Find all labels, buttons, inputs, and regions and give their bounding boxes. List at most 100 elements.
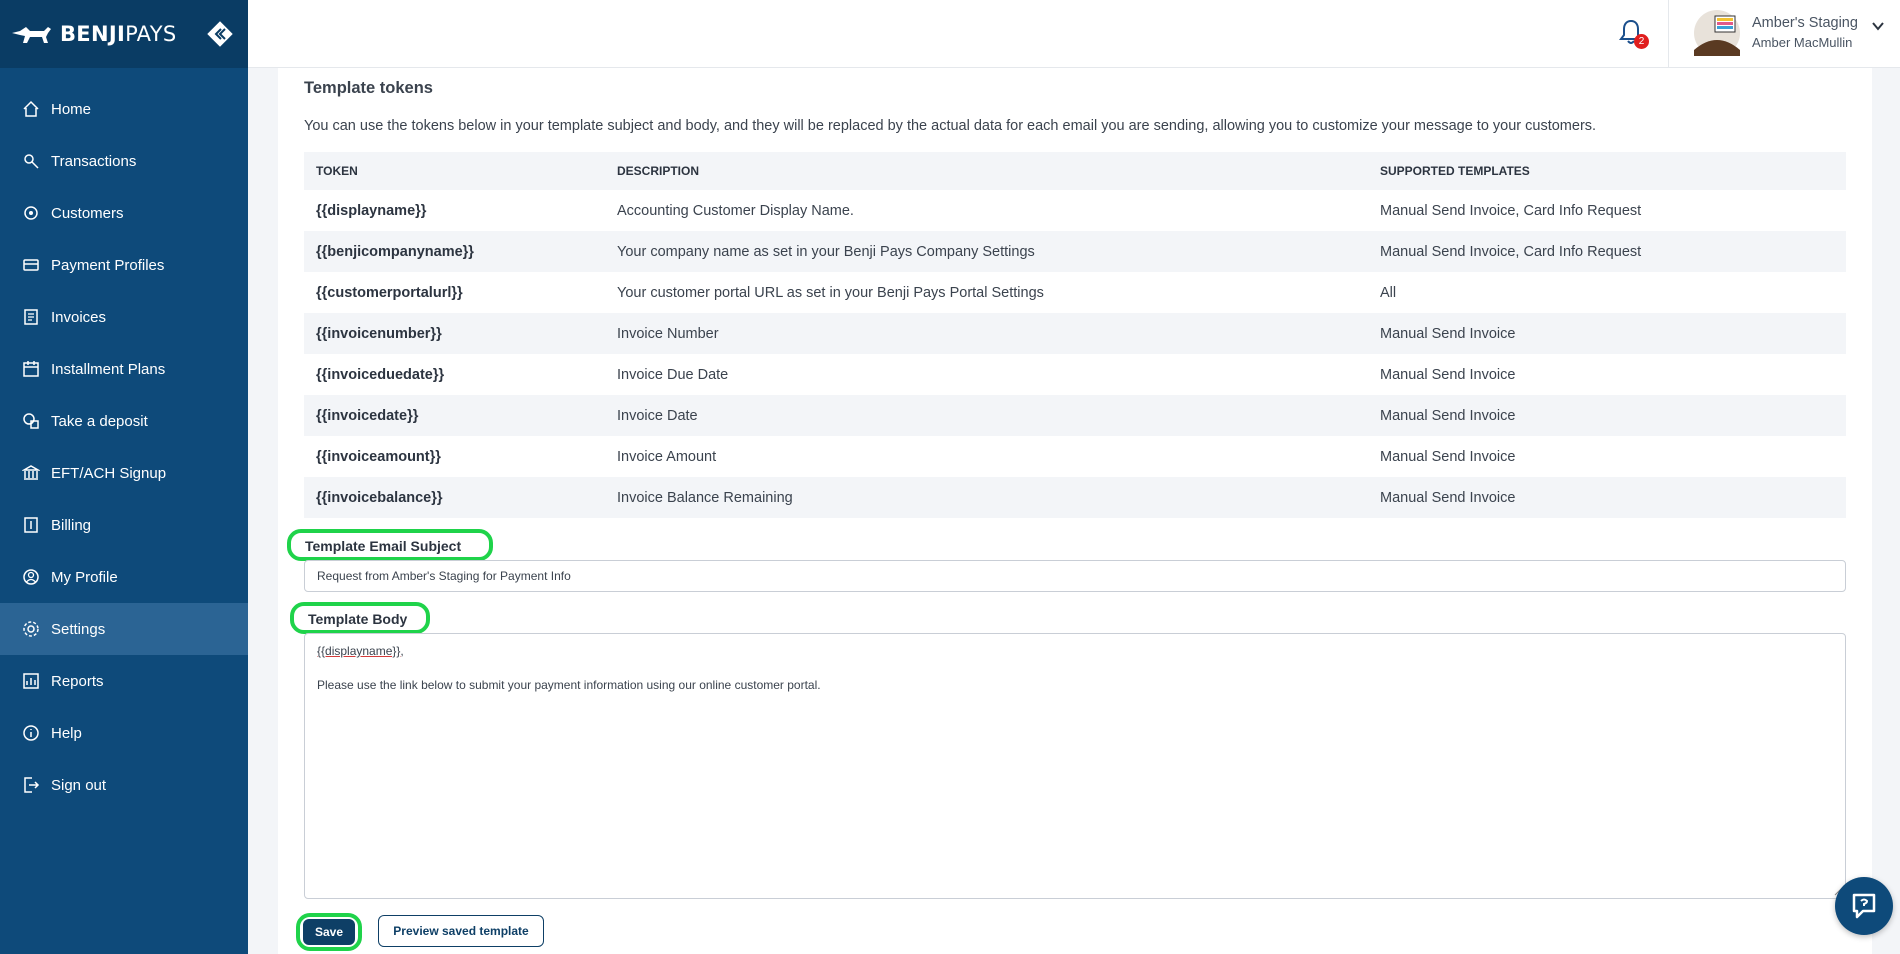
- sidebar-item-transactions[interactable]: Transactions: [0, 135, 248, 187]
- supported-cell: Manual Send Invoice: [1380, 448, 1516, 465]
- token-cell: {{customerportalurl}}: [316, 284, 463, 301]
- token-cell: {{invoicebalance}}: [304, 477, 605, 518]
- sidebar-item-label: Settings: [51, 620, 106, 638]
- sidebar-item-home[interactable]: Home: [0, 83, 248, 135]
- sidebar-item-label: Home: [51, 100, 92, 118]
- logo-bar: BENJIPAYS: [0, 0, 248, 68]
- chevron-down-icon[interactable]: [1871, 19, 1885, 33]
- description-cell: Invoice Amount: [617, 448, 717, 465]
- sidebar-item-label: Payment Profiles: [51, 256, 165, 274]
- token-cell: {{displayname}}: [316, 202, 427, 219]
- description-cell: Invoice Balance Remaining: [605, 477, 1368, 518]
- invoices-icon: [24, 309, 38, 325]
- installment-plans-icon: [23, 361, 39, 377]
- table-row: {{invoicedate}} Invoice Date Manual Send I…: [304, 395, 1846, 436]
- save-button[interactable]: Save: [303, 919, 355, 945]
- description-cell: Your company name as set in your Benji P…: [605, 231, 1368, 272]
- description-cell: Accounting Customer Display Name.: [617, 202, 854, 219]
- description-cell: Invoice Date: [605, 395, 1368, 436]
- sidebar-item-label: Transactions: [51, 152, 137, 170]
- chat-help-icon: [1852, 893, 1876, 919]
- sidebar-item-label: Installment Plans: [51, 360, 166, 378]
- body-textarea[interactable]: {{displayname}}, Please use the link bel…: [304, 633, 1846, 899]
- description-cell: Invoice Due Date: [617, 366, 729, 383]
- subject-label: Template Email Subject: [287, 529, 493, 561]
- save-highlight: Save: [296, 913, 362, 951]
- sidebar-item-installment-plans[interactable]: Installment Plans: [0, 343, 248, 395]
- column-header-token: TOKEN: [304, 152, 605, 190]
- body-token: {{displayname}}: [317, 644, 401, 658]
- supported-cell: Manual Send Invoice: [1368, 477, 1846, 518]
- section-title: Template tokens: [304, 79, 433, 97]
- bank-icon: [22, 465, 40, 480]
- sidebar-item-payment-profiles[interactable]: Payment Profiles: [0, 239, 248, 291]
- brand-name-bold: BENJI: [60, 22, 126, 46]
- transactions-icon: [24, 154, 39, 169]
- table-row: {{customerportalurl}} Your customer porta…: [304, 272, 1846, 313]
- preview-template-button[interactable]: Preview saved template: [378, 915, 544, 947]
- table-row: {{benjicompanyname}} Your company name as…: [304, 231, 1846, 272]
- description-cell: Invoice Number: [605, 313, 1368, 354]
- sidebar-item-eft-ach-signup[interactable]: EFT/ACH Signup: [0, 447, 248, 499]
- top-bar: 2 Amber's Staging Amber MacMullin: [248, 0, 1900, 68]
- column-header-description: DESCRIPTION: [605, 152, 1368, 190]
- sidebar-item-label: Invoices: [51, 308, 107, 326]
- help-icon: [23, 725, 39, 741]
- table-row: {{invoiceamount}} Invoice Amount Manual Se…: [304, 436, 1846, 477]
- sidebar-item-sign-out[interactable]: Sign out: [0, 759, 248, 811]
- brand-name-light: PAYS: [125, 22, 177, 46]
- profile-icon: [23, 569, 39, 585]
- table-row: {{invoiceduedate}} Invoice Due Date Manual…: [304, 354, 1846, 395]
- sidebar-item-settings[interactable]: Settings: [0, 603, 248, 655]
- supported-cell: Manual Send Invoice, Card Info Request: [1368, 231, 1846, 272]
- sidebar-item-my-profile[interactable]: My Profile: [0, 551, 248, 603]
- supported-cell: Manual Send Invoice: [1368, 313, 1846, 354]
- reports-icon: [23, 673, 39, 689]
- deposit-icon: [23, 413, 39, 429]
- sidebar-item-help[interactable]: Help: [0, 707, 248, 759]
- table-row: {{displayname}} Accounting Customer Displ…: [304, 190, 1846, 231]
- supported-cell: All: [1380, 284, 1397, 301]
- body-line: {{displayname}},: [317, 644, 1833, 662]
- sidebar-item-invoices[interactable]: Invoices: [0, 291, 248, 343]
- subject-input[interactable]: [304, 560, 1846, 592]
- sidebar-item-label: Take a deposit: [51, 412, 148, 430]
- sidebar-item-billing[interactable]: Billing: [0, 499, 248, 551]
- sidebar-item-label: Customers: [51, 204, 124, 222]
- sidebar-item-label: Help: [51, 724, 82, 742]
- table-header-row: TOKEN DESCRIPTION SUPPORTED TEMPLATES: [304, 152, 1846, 190]
- org-name[interactable]: Amber's Staging: [1752, 15, 1858, 31]
- sidebar: BENJIPAYS Home Transactions Customers Payme…: [0, 0, 248, 954]
- tokens-table: TOKEN DESCRIPTION SUPPORTED TEMPLATES {{…: [304, 152, 1846, 518]
- notification-badge: 2: [1634, 34, 1649, 49]
- avatar[interactable]: [1694, 10, 1740, 56]
- collapse-sidebar-icon[interactable]: [206, 20, 234, 48]
- help-chat-button[interactable]: [1835, 877, 1893, 935]
- settings-icon: [23, 621, 39, 637]
- sidebar-item-label: My Profile: [51, 568, 118, 586]
- sidebar-item-label: Reports: [51, 672, 104, 690]
- user-name[interactable]: Amber MacMullin: [1752, 35, 1852, 50]
- divider: [1668, 0, 1669, 68]
- body-label: Template Body: [290, 602, 430, 634]
- sidebar-item-label: Billing: [51, 516, 92, 534]
- column-header-supported: SUPPORTED TEMPLATES: [1368, 152, 1846, 190]
- token-cell: {{invoiceduedate}}: [316, 366, 445, 383]
- supported-cell: Manual Send Invoice, Card Info Request: [1380, 202, 1642, 219]
- supported-cell: Manual Send Invoice: [1368, 395, 1846, 436]
- sidebar-item-customers[interactable]: Customers: [0, 187, 248, 239]
- benji-dog-logo-icon: [12, 27, 51, 43]
- body-suffix: ,: [400, 644, 404, 658]
- supported-cell: Manual Send Invoice: [1380, 366, 1516, 383]
- sidebar-item-take-a-deposit[interactable]: Take a deposit: [0, 395, 248, 447]
- description-cell: Your customer portal URL as set in your …: [617, 284, 1044, 301]
- sidebar-nav: Home Transactions Customers Payment Profile…: [0, 83, 248, 811]
- table-row: {{invoicenumber}} Invoice Number Manual Se…: [304, 313, 1846, 354]
- notifications-button[interactable]: 2: [1618, 18, 1649, 50]
- section-description: You can use the tokens below in your tem…: [304, 118, 1597, 134]
- sidebar-item-reports[interactable]: Reports: [0, 655, 248, 707]
- sidebar-item-label: Sign out: [51, 776, 107, 794]
- body-line: Please use the link below to submit your…: [317, 678, 821, 692]
- payment-profiles-icon: [23, 259, 39, 271]
- main-content: Template tokens You can use the tokens b…: [278, 68, 1872, 954]
